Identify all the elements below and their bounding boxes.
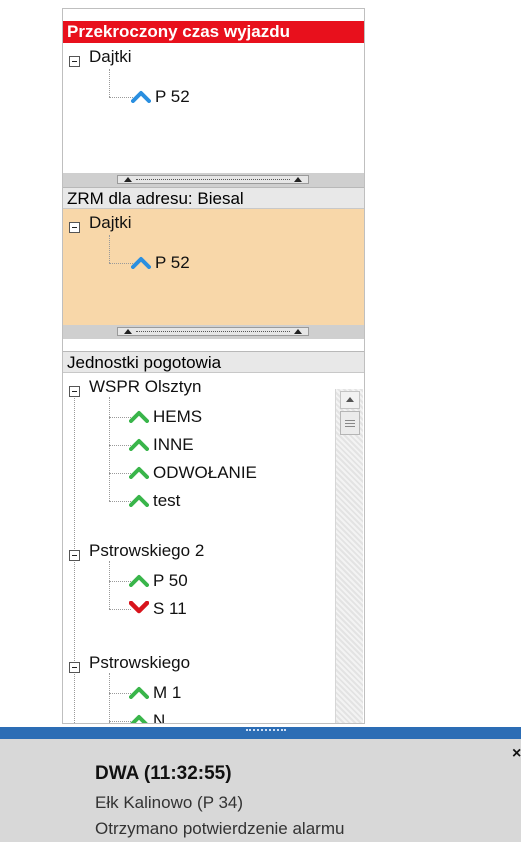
chevron-up-green-icon [129, 439, 149, 451]
tree-line [109, 581, 131, 582]
collapse-toggle[interactable] [69, 222, 80, 233]
unit-label[interactable]: P 52 [155, 251, 190, 275]
chevron-up-green-icon [129, 495, 149, 507]
tree-line [109, 693, 131, 694]
tree-line [109, 473, 131, 474]
unit-label[interactable]: P 50 [153, 569, 188, 593]
tree-line [109, 673, 110, 723]
unit-label[interactable]: P 52 [155, 85, 190, 109]
unit-label[interactable]: test [153, 489, 180, 513]
alert-tree: Dajtki P 52 [63, 43, 364, 173]
chevron-up-green-icon [130, 715, 148, 723]
chevron-up-green-icon [129, 467, 149, 479]
units-header: Jednostki pogotowia [63, 351, 364, 373]
tree-line [109, 263, 133, 264]
chevron-down-red-icon [129, 601, 149, 614]
notification-popup[interactable]: DWA (11:32:55) Ełk Kalinowo (P 34) Otrzy… [0, 739, 521, 842]
scroll-up-button[interactable] [340, 391, 360, 409]
splitter-handle[interactable] [63, 173, 364, 187]
tree-line [109, 97, 133, 98]
tree-line [109, 721, 131, 722]
alert-header: Przekroczony czas wyjazdu [63, 21, 364, 43]
tree-line [109, 69, 110, 97]
collapse-toggle[interactable] [69, 662, 80, 673]
notification-grip-bar[interactable] [0, 727, 521, 739]
unit-label[interactable]: ODWOŁANIE [153, 461, 257, 485]
vertical-scrollbar[interactable] [335, 389, 363, 723]
tree-line [109, 397, 110, 501]
tree-line [109, 445, 131, 446]
tree-group-label[interactable]: WSPR Olsztyn [89, 375, 201, 399]
unit-label[interactable]: S 11 [153, 597, 187, 621]
tree-group-label[interactable]: Dajtki [89, 211, 132, 235]
tree-line [109, 609, 131, 610]
tree-group-label[interactable]: Pstrowskiego [89, 651, 190, 675]
chevron-up-blue-icon [131, 257, 151, 269]
address-tree: Dajtki P 52 [63, 209, 364, 325]
address-header: ZRM dla adresu: Biesal [63, 187, 364, 209]
chevron-up-green-icon [129, 411, 149, 423]
notification-message: Otrzymano potwierdzenie alarmu [95, 819, 345, 838]
dispatch-panel: Przekroczony czas wyjazdu Dajtki P 52 ZR… [62, 8, 365, 724]
units-tree: WSPR Olsztyn HEMS INNE ODWOŁANIE test Ps… [63, 375, 364, 723]
tree-line [109, 561, 110, 609]
notification-title: DWA (11:32:55) [95, 763, 232, 784]
scroll-thumb[interactable] [340, 411, 360, 435]
unit-label[interactable]: M 1 [153, 681, 181, 705]
tree-line [109, 501, 131, 502]
collapse-toggle[interactable] [69, 56, 80, 67]
close-icon[interactable]: × [512, 745, 521, 763]
chevron-up-green-icon [129, 575, 149, 587]
collapse-toggle[interactable] [69, 550, 80, 561]
tree-group-label[interactable]: Dajtki [89, 45, 132, 69]
tree-group-label[interactable]: Pstrowskiego 2 [89, 539, 204, 563]
tree-line [109, 417, 131, 418]
chevron-up-green-icon [129, 687, 149, 699]
collapse-toggle[interactable] [69, 386, 80, 397]
unit-label[interactable]: HEMS [153, 405, 202, 429]
unit-label[interactable]: INNE [153, 433, 194, 457]
notification-location: Ełk Kalinowo (P 34) [95, 793, 244, 812]
unit-label[interactable]: N [153, 709, 165, 723]
chevron-up-blue-icon [131, 91, 151, 103]
tree-line [109, 235, 110, 263]
splitter-handle[interactable] [63, 325, 364, 339]
